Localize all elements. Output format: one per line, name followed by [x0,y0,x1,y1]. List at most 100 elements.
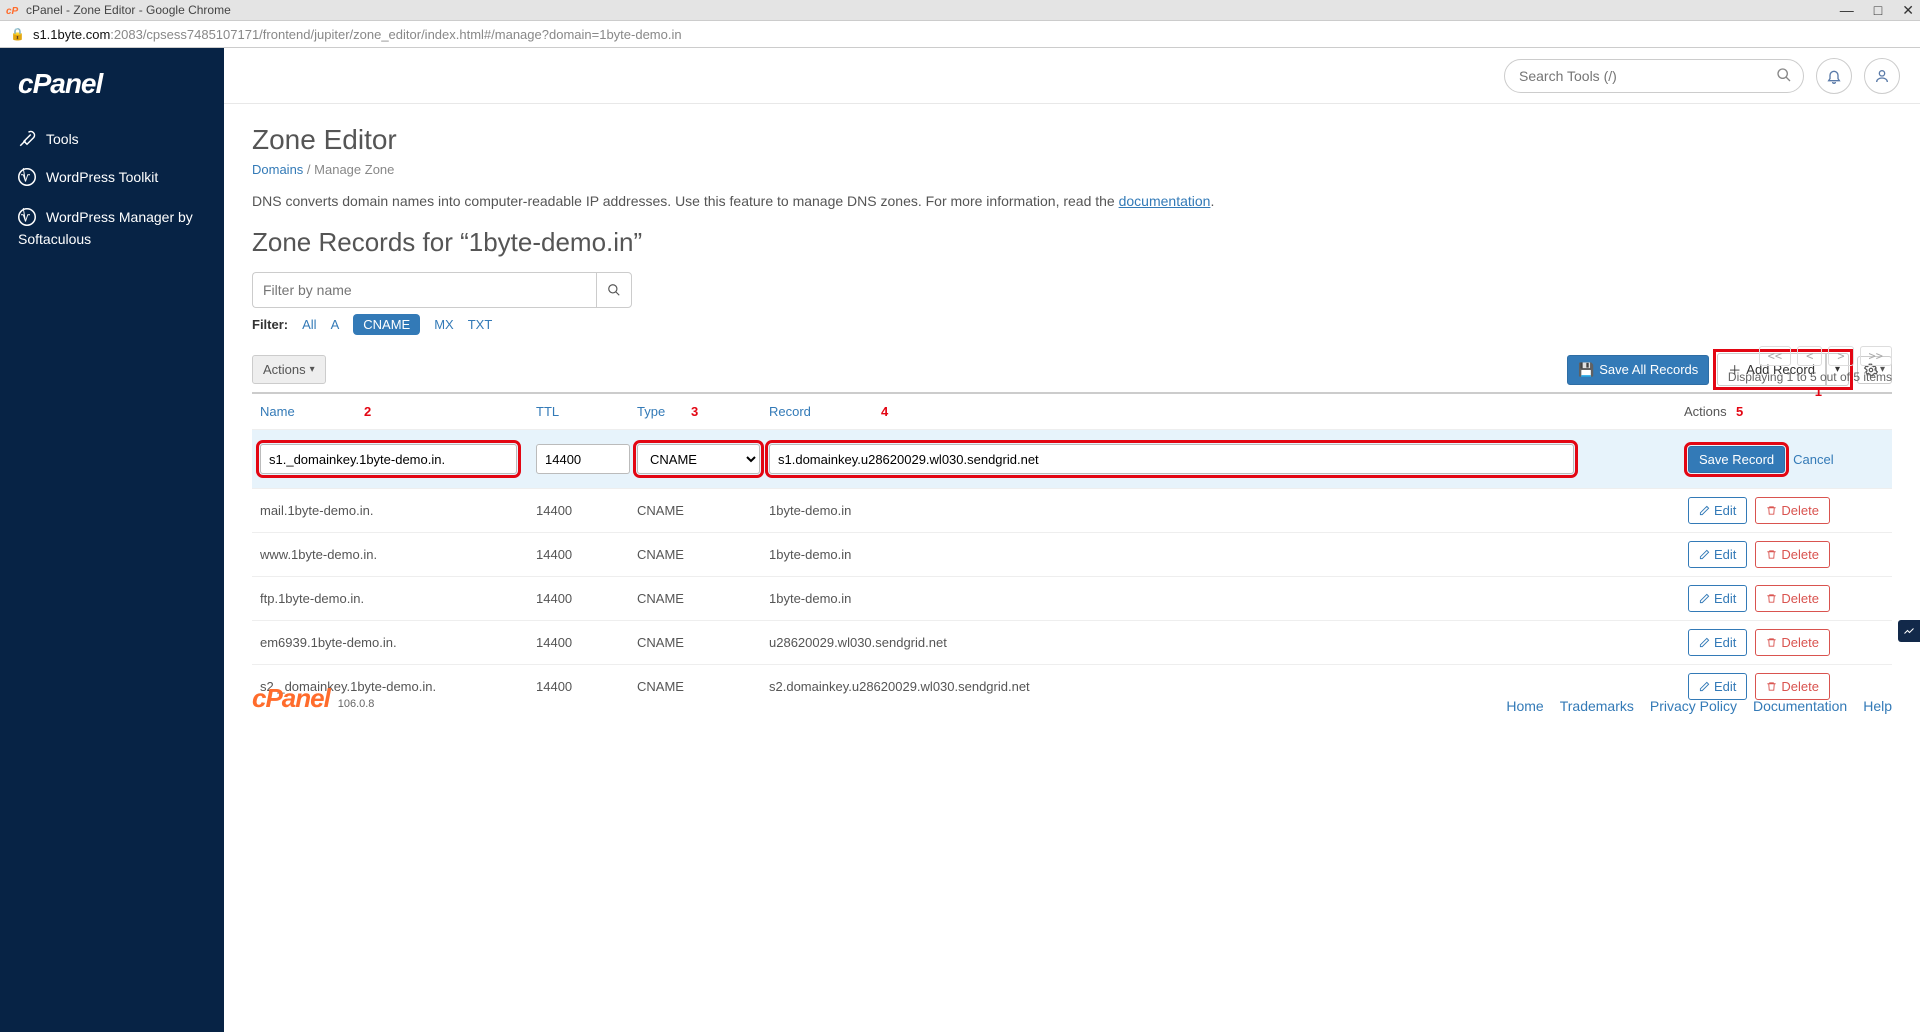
col-name[interactable]: Name 2 [260,404,536,419]
filter-cname[interactable]: CNAME [353,314,420,335]
footer-link-documentation[interactable]: Documentation [1753,698,1847,714]
col-record[interactable]: Record 4 [769,404,1684,419]
zone-records-title: Zone Records for “1byte-demo.in” [252,227,1892,258]
sidebar-item-label: WordPress Toolkit [46,169,158,185]
annotation-5: 5 [1736,404,1743,419]
filter-mx[interactable]: MX [434,317,454,332]
actions-dropdown[interactable]: Actions▾ [252,355,326,384]
url-path: :2083/cpsess7485107171/frontend/jupiter/… [110,27,681,42]
annotation-1: 1 [1815,384,1822,399]
window-minimize-button[interactable]: — [1840,2,1854,19]
window-close-button[interactable]: ✕ [1902,2,1914,19]
save-all-records-button[interactable]: 💾 Save All Records [1567,355,1709,385]
pagination-top: << < > >> Displaying 1 to 5 out of 5 ite… [1728,346,1892,384]
page-last[interactable]: >> [1860,346,1892,366]
cpanel-logo[interactable]: cPanel [0,58,224,120]
footer-cpanel-logo[interactable]: cPanel [252,683,330,713]
page-first[interactable]: << [1759,346,1791,366]
footer: cPanel 106.0.8 Home Trademarks Privacy P… [252,683,1892,714]
type-filter-row: Filter: All A CNAME MX TXT [252,314,1892,335]
page-prev[interactable]: < [1797,346,1822,366]
cpanel-favicon [6,3,20,17]
content: Zone Editor Domains / Manage Zone DNS co… [224,104,1920,728]
annotation-2: 2 [364,404,371,419]
delete-button[interactable]: Delete [1755,585,1830,612]
sidebar-item-label: Tools [46,131,79,147]
footer-link-help[interactable]: Help [1863,698,1892,714]
documentation-link[interactable]: documentation [1119,193,1211,209]
page-next[interactable]: > [1828,346,1853,366]
search-input[interactable] [1504,59,1804,93]
toolbar-row: Actions▾ 💾 Save All Records ＋ Add Record… [252,353,1892,386]
edit-record-input[interactable] [769,444,1574,474]
cell-record: 1byte-demo.in [769,547,1684,562]
footer-link-trademarks[interactable]: Trademarks [1560,698,1634,714]
table-row-editing: CNAME Save Record Cancel [252,429,1892,488]
annotation-3: 3 [691,404,698,419]
page-title: Zone Editor [252,124,1892,156]
col-ttl[interactable]: TTL [536,404,637,419]
display-count: Displaying 1 to 5 out of 5 items [1728,370,1892,384]
sidebar-item-tools[interactable]: Tools [0,120,224,158]
window-maximize-button[interactable]: □ [1874,2,1882,19]
sidebar: cPanel Tools WordPress Toolkit WordPress… [0,48,224,1032]
breadcrumb-domains-link[interactable]: Domains [252,162,303,177]
cell-ttl: 14400 [536,503,637,518]
filter-search-button[interactable] [596,272,632,308]
edit-type-select[interactable]: CNAME [637,444,760,474]
cell-ttl: 14400 [536,591,637,606]
footer-link-home[interactable]: Home [1506,698,1543,714]
save-record-button[interactable]: Save Record [1688,446,1785,473]
lock-icon: 🔒 [10,27,25,41]
cell-name: ftp.1byte-demo.in. [260,591,536,606]
filter-txt[interactable]: TXT [468,317,493,332]
table-row: www.1byte-demo.in.14400CNAME1byte-demo.i… [252,532,1892,576]
save-icon: 💾 [1578,362,1594,378]
footer-version: 106.0.8 [338,698,375,710]
records-table: Name 2 TTL Type 3 Record 4 Actions 5 [252,392,1892,708]
user-menu-button[interactable] [1864,58,1900,94]
sidebar-item-wordpress-manager[interactable]: WordPress Manager by Softaculous [0,196,224,261]
feedback-tab[interactable] [1898,620,1920,642]
cancel-edit-link[interactable]: Cancel [1793,452,1833,467]
search-icon[interactable] [1776,67,1792,83]
filter-label: Filter: [252,317,288,332]
delete-button[interactable]: Delete [1755,541,1830,568]
window-titlebar: cPanel - Zone Editor - Google Chrome — □… [0,0,1920,20]
col-type[interactable]: Type 3 [637,404,769,419]
table-row: ftp.1byte-demo.in.14400CNAME1byte-demo.i… [252,576,1892,620]
cell-record: u28620029.wl030.sendgrid.net [769,635,1684,650]
breadcrumb: Domains / Manage Zone [252,162,1892,177]
caret-down-icon: ▾ [310,364,315,375]
topbar [224,48,1920,104]
edit-button[interactable]: Edit [1688,585,1747,612]
table-row: em6939.1byte-demo.in.14400CNAMEu28620029… [252,620,1892,664]
cell-ttl: 14400 [536,547,637,562]
edit-name-input[interactable] [260,444,517,474]
notifications-button[interactable] [1816,58,1852,94]
intro-text: DNS converts domain names into computer-… [252,193,1892,209]
footer-link-privacy[interactable]: Privacy Policy [1650,698,1737,714]
cell-type: CNAME [637,591,769,606]
edit-button[interactable]: Edit [1688,629,1747,656]
address-bar[interactable]: 🔒 s1.1byte.com:2083/cpsess7485107171/fro… [0,20,1920,48]
sidebar-item-label-line1: WordPress Manager by [46,206,193,228]
filter-all[interactable]: All [302,317,316,332]
edit-ttl-input[interactable] [536,444,630,474]
cell-name: em6939.1byte-demo.in. [260,635,536,650]
filter-by-name-input[interactable] [252,272,596,308]
sidebar-item-wordpress-toolkit[interactable]: WordPress Toolkit [0,158,224,196]
table-header: Name 2 TTL Type 3 Record 4 Actions 5 [252,394,1892,429]
cell-name: mail.1byte-demo.in. [260,503,536,518]
edit-button[interactable]: Edit [1688,497,1747,524]
delete-button[interactable]: Delete [1755,629,1830,656]
cell-record: 1byte-demo.in [769,591,1684,606]
window-title: cPanel - Zone Editor - Google Chrome [26,3,231,17]
cell-type: CNAME [637,635,769,650]
edit-button[interactable]: Edit [1688,541,1747,568]
cell-record: 1byte-demo.in [769,503,1684,518]
filter-a[interactable]: A [331,317,340,332]
cell-type: CNAME [637,547,769,562]
delete-button[interactable]: Delete [1755,497,1830,524]
col-actions: Actions 5 [1684,404,1884,419]
